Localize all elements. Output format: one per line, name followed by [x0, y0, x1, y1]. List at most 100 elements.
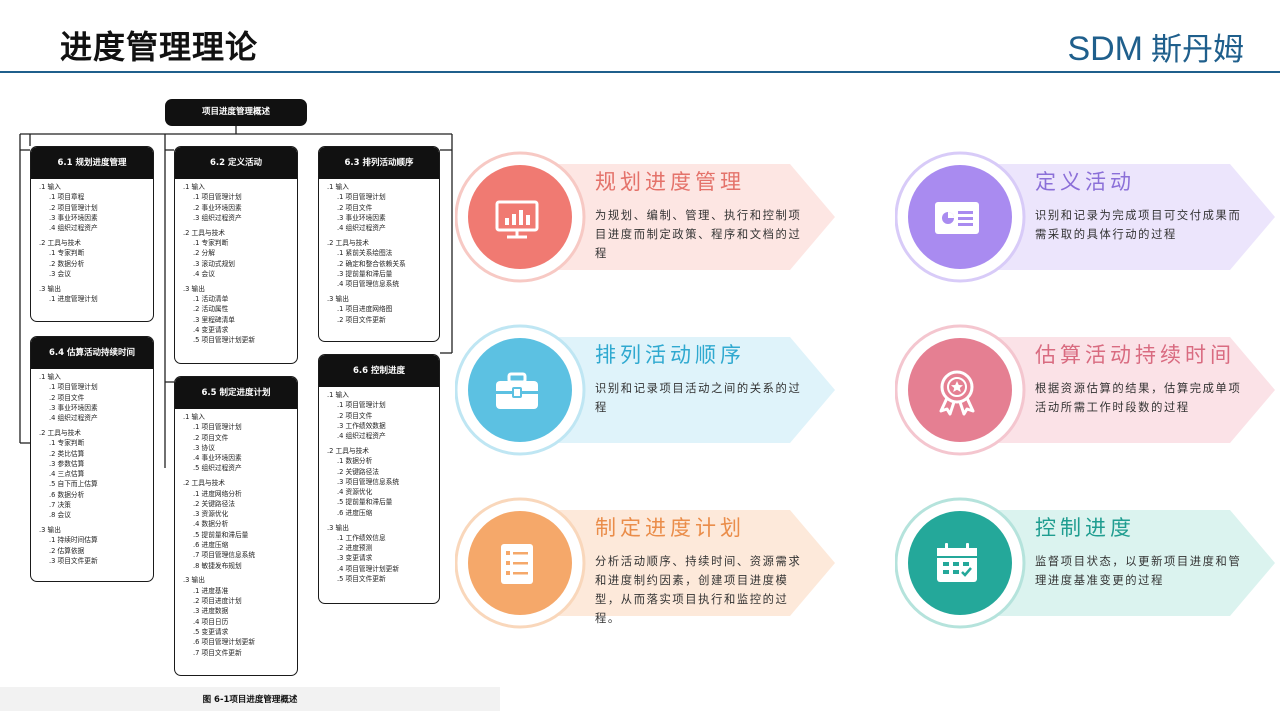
group-item: .3 项目管理信息系统: [337, 477, 400, 486]
card-title: 规划进度管理: [595, 170, 745, 194]
card-description: 识别和记录项目活动之间的关系的过程: [595, 382, 802, 414]
group-item: .1 持续时间估算: [49, 536, 98, 545]
group-item: .3 滚动式规划: [193, 259, 235, 268]
chart-monitor-icon: [495, 200, 539, 239]
group-item: .2 关键路径法: [337, 467, 379, 476]
group-item: .3 里程碑清单: [193, 315, 235, 324]
card-description: 为规划、编制、管理、执行和控制项目进度而制定政策、程序和文档的过程: [595, 209, 802, 260]
group-item: .3 会议: [49, 269, 71, 278]
award-badge-icon: [939, 370, 975, 416]
brand-en: SDM: [1067, 30, 1143, 68]
group-heading: .2 工具与技术: [39, 238, 81, 247]
group-heading: .3 输出: [39, 526, 61, 535]
group-item: .3 事业环境因素: [49, 403, 98, 412]
header-divider: [0, 71, 1280, 73]
group-item: .4 变更请求: [193, 325, 229, 334]
group-heading: .3 输出: [327, 523, 349, 532]
process-box-title: 6.3 排列活动顺序: [319, 147, 439, 179]
group-item: .2 项目文件: [193, 433, 229, 442]
process-group: .2 工具与技术 .1 专家判断 .2 数据分析 .3 会议: [39, 238, 147, 279]
group-item: .5 组织过程资产: [193, 464, 242, 473]
process-group: .2 工具与技术 .1 紧前关系绘图法 .2 确定和整合依赖关系 .3 提前量和滞后量…: [327, 238, 433, 289]
process-box-sequence-activities: 6.3 排列活动顺序 .1 输入 .1 项目管理计划 .2 项目文件 .3 事业环境因素…: [318, 146, 440, 342]
process-group: .3 输出 .1 工作绩效信息 .2 进度预测 .3 变更请求 .4 项目管理计划更新.…: [327, 523, 433, 585]
group-item: .4 事业环境因素: [193, 454, 242, 463]
process-box-title: 6.1 规划进度管理: [31, 147, 153, 179]
group-heading: .1 输入: [183, 183, 205, 191]
group-heading: .1 输入: [39, 183, 61, 191]
group-item: .4 资源优化: [337, 488, 373, 497]
group-heading: .3 输出: [327, 294, 349, 303]
group-item: .3 事业环境因素: [337, 213, 386, 222]
card-description: 分析活动顺序、持续时间、资源需求和进度制约因素，创建项目进度模型，从而落实项目执…: [595, 555, 802, 625]
process-group: .2 工具与技术 .1 进度网络分析 .2 关键路径法 .3 资源优化 .4 数据分析.…: [183, 478, 291, 571]
card-description: 根据资源估算的结果，估算完成单项活动所需工作时段数的过程: [1035, 382, 1242, 414]
group-item: .4 项目日历: [193, 617, 229, 626]
group-item: .5 项目管理计划更新: [193, 336, 256, 345]
brand-cn: 斯丹姆: [1151, 32, 1244, 68]
group-item: .3 协议: [193, 443, 215, 452]
group-item: .1 项目章程: [49, 193, 85, 202]
group-item: .1 项目进度网络图: [337, 305, 393, 314]
process-box-define-activities: 6.2 定义活动 .1 输入 .1 项目管理计划 .2 事业环境因素 .3 组织过程资产…: [174, 146, 298, 364]
group-item: .4 三点估算: [49, 470, 85, 479]
group-item: .4 会议: [193, 269, 215, 278]
process-group: .1 输入 .1 项目管理计划 .2 项目文件 .3 协议 .4 事业环境因素 .5 组织…: [183, 412, 291, 474]
group-item: .6 进度压缩: [337, 508, 373, 517]
group-item: .1 数据分析: [337, 457, 373, 466]
id-card-icon: [935, 202, 979, 234]
group-heading: .3 输出: [39, 284, 61, 293]
group-item: .5 项目文件更新: [337, 575, 386, 584]
process-box-title: 6.2 定义活动: [175, 147, 297, 179]
process-box-estimate-durations: 6.4 估算活动持续时间 .1 输入 .1 项目管理计划 .2 项目文件 .3 事业环境…: [30, 336, 154, 582]
briefcase-icon: [496, 372, 538, 409]
group-item: .2 项目管理计划: [49, 203, 98, 212]
group-item: .6 数据分析: [49, 490, 85, 499]
card-title: 控制进度: [1035, 516, 1135, 540]
process-box-control-schedule: 6.6 控制进度 .1 输入 .1 项目管理计划 .2 项目文件 .3 工作绩效数据 .4…: [318, 354, 440, 604]
group-item: .2 项目文件: [337, 203, 373, 212]
process-group: .3 输出 .1 进度基准 .2 项目进度计划 .3 进度数据 .4 项目日历 .5 变更…: [183, 575, 291, 657]
group-heading: .2 工具与技术: [39, 428, 81, 437]
process-box-body: .1 输入 .1 项目管理计划 .2 项目文件 .3 事业环境因素 .4 组织过程资产.…: [31, 369, 153, 575]
group-heading: .1 输入: [327, 183, 349, 191]
group-item: .5 自下而上估算: [49, 480, 98, 489]
group-item: .1 工作绩效信息: [337, 533, 386, 542]
process-group: .1 输入 .1 项目管理计划 .2 事业环境因素 .3 组织过程资产: [183, 182, 291, 223]
group-item: .1 活动清单: [193, 294, 229, 303]
card-title: 排列活动顺序: [595, 343, 745, 367]
group-item: .4 组织过程资产: [337, 432, 386, 441]
group-item: .2 估算依据: [49, 546, 85, 555]
group-item: .1 专家判断: [49, 439, 85, 448]
process-box-title: 6.4 估算活动持续时间: [31, 337, 153, 369]
group-item: .2 事业环境因素: [193, 203, 242, 212]
group-item: .2 关键路径法: [193, 499, 235, 508]
group-item: .2 项目文件: [49, 393, 85, 402]
group-item: .3 工作绩效数据: [337, 421, 386, 430]
group-item: .3 参数估算: [49, 459, 85, 468]
card-title: 估算活动持续时间: [1035, 343, 1235, 367]
group-item: .4 组织过程资产: [49, 414, 98, 423]
card-plan-schedule-management: 规划进度管理为规划、编制、管理、执行和控制项目进度而制定政策、程序和文档的过程: [455, 150, 835, 284]
group-item: .6 进度压缩: [193, 541, 229, 550]
group-item: .1 进度管理计划: [49, 294, 98, 303]
group-item: .3 事业环境因素: [49, 213, 98, 222]
card-description: 识别和记录为完成项目可交付成果而需采取的具体行动的过程: [1035, 209, 1242, 241]
process-group: .2 工具与技术 .1 数据分析 .2 关键路径法 .3 项目管理信息系统 .4 资源优…: [327, 446, 433, 518]
group-item: .1 项目管理计划: [337, 193, 386, 202]
group-heading: .1 输入: [183, 413, 205, 421]
group-item: .2 分解: [193, 249, 215, 258]
group-item: .1 紧前关系绘图法: [337, 249, 393, 258]
process-group: .1 输入 .1 项目管理计划 .2 项目文件 .3 工作绩效数据 .4 组织过程资产: [327, 390, 433, 441]
group-item: .1 项目管理计划: [49, 383, 98, 392]
group-heading: .2 工具与技术: [327, 238, 369, 247]
group-item: .5 提前量和滞后量: [193, 530, 249, 539]
calendar-icon: [937, 543, 977, 582]
card-title: 定义活动: [1035, 170, 1135, 194]
group-item: .1 项目管理计划: [193, 423, 242, 432]
group-item: .1 项目管理计划: [337, 401, 386, 410]
process-group: .1 输入 .1 项目管理计划 .2 项目文件 .3 事业环境因素 .4 组织过程资产: [327, 182, 433, 233]
group-item: .6 项目管理计划更新: [193, 638, 256, 647]
process-overview-diagram: 项目进度管理概述 6.1 规划进度管理 .1 输入 .1 项目章程 .2 项目管理计划…: [0, 90, 500, 711]
process-box-develop-schedule: 6.5 制定进度计划 .1 输入 .1 项目管理计划 .2 项目文件 .3 协议 .4 事…: [174, 376, 298, 676]
